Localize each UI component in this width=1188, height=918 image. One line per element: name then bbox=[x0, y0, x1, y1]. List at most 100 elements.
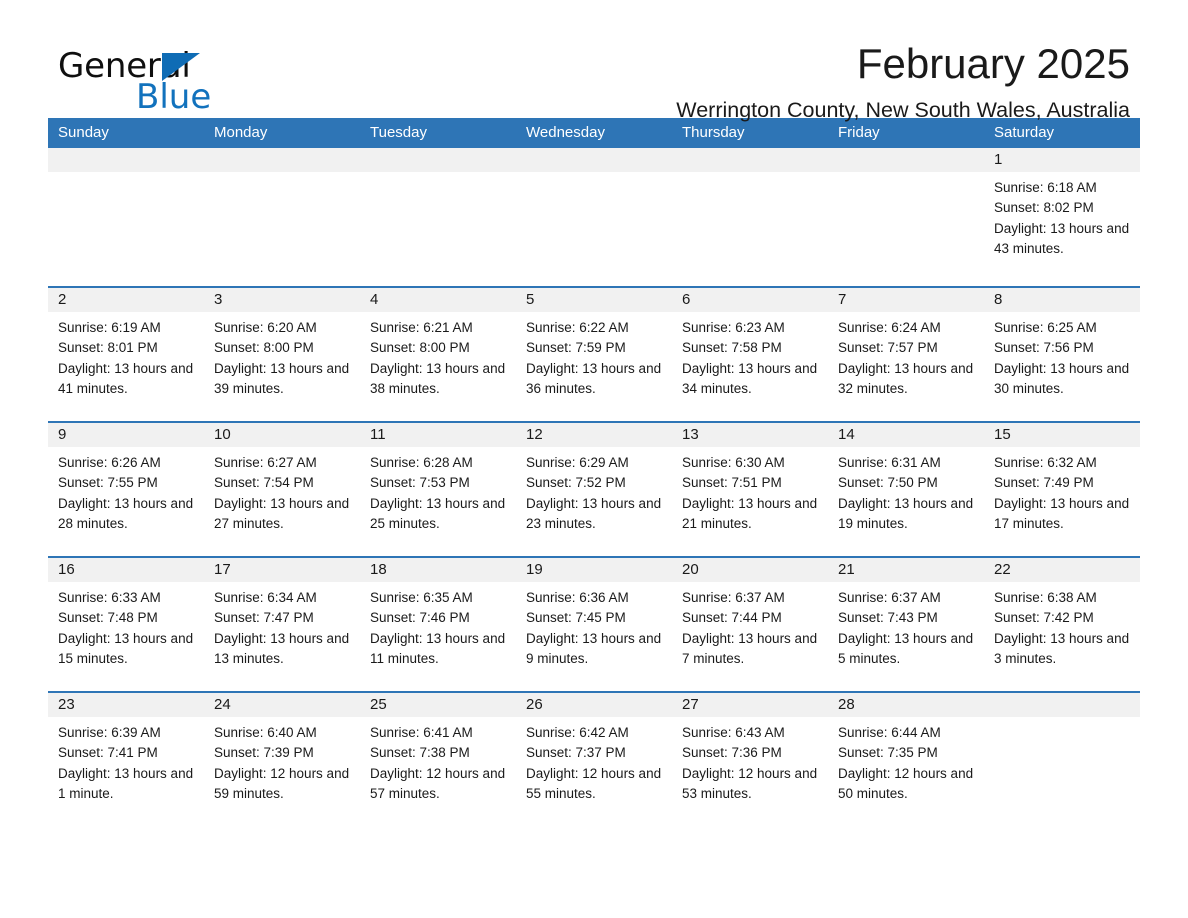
day-details: Sunrise: 6:32 AM Sunset: 7:49 PM Daylight:… bbox=[984, 447, 1140, 534]
daylight-text: Daylight: 13 hours and 7 minutes. bbox=[682, 630, 818, 666]
calendar-day-cell[interactable]: 6 Sunrise: 6:23 AM Sunset: 7:58 PM Daylight… bbox=[672, 288, 828, 421]
sunset-text: Sunset: 7:55 PM bbox=[58, 475, 158, 491]
calendar-day-cell[interactable]: 28 Sunrise: 6:44 AM Sunset: 7:35 PM Dayligh… bbox=[828, 693, 984, 821]
daylight-text: Daylight: 13 hours and 17 minutes. bbox=[994, 495, 1130, 531]
page-header: General Blue February 2025 Werrington Co… bbox=[48, 0, 1140, 122]
sunset-text: Sunset: 8:00 PM bbox=[214, 340, 314, 356]
sunrise-text: Sunrise: 6:29 AM bbox=[526, 455, 629, 470]
calendar-day-cell[interactable]: 26 Sunrise: 6:42 AM Sunset: 7:37 PM Dayligh… bbox=[516, 693, 672, 821]
sunset-text: Sunset: 7:59 PM bbox=[526, 340, 626, 356]
calendar-day-cell[interactable]: 21 Sunrise: 6:37 AM Sunset: 7:43 PM Dayligh… bbox=[828, 558, 984, 691]
sunrise-text: Sunrise: 6:37 AM bbox=[838, 590, 941, 605]
day-details: Sunrise: 6:38 AM Sunset: 7:42 PM Daylight:… bbox=[984, 582, 1140, 669]
day-number: 19 bbox=[516, 558, 672, 582]
calendar-day-cell[interactable]: 16 Sunrise: 6:33 AM Sunset: 7:48 PM Dayligh… bbox=[48, 558, 204, 691]
day-details: Sunrise: 6:40 AM Sunset: 7:39 PM Daylight:… bbox=[204, 717, 360, 804]
daylight-text: Daylight: 13 hours and 38 minutes. bbox=[370, 360, 506, 396]
day-number: 2 bbox=[48, 288, 204, 312]
sunset-text: Sunset: 7:38 PM bbox=[370, 745, 470, 761]
sunrise-text: Sunrise: 6:23 AM bbox=[682, 320, 785, 335]
daylight-text: Daylight: 12 hours and 59 minutes. bbox=[214, 765, 350, 801]
calendar-day-cell[interactable]: 23 Sunrise: 6:39 AM Sunset: 7:41 PM Dayligh… bbox=[48, 693, 204, 821]
calendar-day-cell[interactable]: 5 Sunrise: 6:22 AM Sunset: 7:59 PM Daylight… bbox=[516, 288, 672, 421]
day-number: 26 bbox=[516, 693, 672, 717]
calendar-day-cell[interactable]: 20 Sunrise: 6:37 AM Sunset: 7:44 PM Dayligh… bbox=[672, 558, 828, 691]
weekday-header-sunday: Sunday bbox=[58, 124, 109, 141]
day-details: Sunrise: 6:23 AM Sunset: 7:58 PM Daylight:… bbox=[672, 312, 828, 399]
sunset-text: Sunset: 8:00 PM bbox=[370, 340, 470, 356]
calendar-day-cell[interactable]: 13 Sunrise: 6:30 AM Sunset: 7:51 PM Dayligh… bbox=[672, 423, 828, 556]
day-details: Sunrise: 6:42 AM Sunset: 7:37 PM Daylight:… bbox=[516, 717, 672, 804]
page-title: February 2025 bbox=[856, 40, 1130, 87]
daylight-text: Daylight: 13 hours and 25 minutes. bbox=[370, 495, 506, 531]
daylight-text: Daylight: 13 hours and 32 minutes. bbox=[838, 360, 974, 396]
calendar-day-cell[interactable]: 18 Sunrise: 6:35 AM Sunset: 7:46 PM Dayligh… bbox=[360, 558, 516, 691]
calendar-day-cell[interactable]: 2 Sunrise: 6:19 AM Sunset: 8:01 PM Daylight… bbox=[48, 288, 204, 421]
day-number: 8 bbox=[984, 288, 1140, 312]
calendar-day-cell[interactable]: 24 Sunrise: 6:40 AM Sunset: 7:39 PM Dayligh… bbox=[204, 693, 360, 821]
sunrise-text: Sunrise: 6:20 AM bbox=[214, 320, 317, 335]
day-number bbox=[516, 148, 672, 172]
sunrise-text: Sunrise: 6:21 AM bbox=[370, 320, 473, 335]
day-details: Sunrise: 6:33 AM Sunset: 7:48 PM Daylight:… bbox=[48, 582, 204, 669]
calendar-day-cell[interactable]: 11 Sunrise: 6:28 AM Sunset: 7:53 PM Dayligh… bbox=[360, 423, 516, 556]
sunset-text: Sunset: 7:41 PM bbox=[58, 745, 158, 761]
calendar-day-cell[interactable]: 8 Sunrise: 6:25 AM Sunset: 7:56 PM Daylight… bbox=[984, 288, 1140, 421]
calendar-day-cell[interactable]: 10 Sunrise: 6:27 AM Sunset: 7:54 PM Dayligh… bbox=[204, 423, 360, 556]
day-number bbox=[204, 148, 360, 172]
daylight-text: Daylight: 13 hours and 34 minutes. bbox=[682, 360, 818, 396]
day-number: 12 bbox=[516, 423, 672, 447]
calendar-day-cell[interactable]: 22 Sunrise: 6:38 AM Sunset: 7:42 PM Dayligh… bbox=[984, 558, 1140, 691]
calendar-day-cell[interactable]: 25 Sunrise: 6:41 AM Sunset: 7:38 PM Dayligh… bbox=[360, 693, 516, 821]
day-number: 13 bbox=[672, 423, 828, 447]
sunrise-text: Sunrise: 6:34 AM bbox=[214, 590, 317, 605]
calendar-day-cell[interactable]: 7 Sunrise: 6:24 AM Sunset: 7:57 PM Daylight… bbox=[828, 288, 984, 421]
day-details: Sunrise: 6:37 AM Sunset: 7:43 PM Daylight:… bbox=[828, 582, 984, 669]
calendar-day-cell[interactable]: 27 Sunrise: 6:43 AM Sunset: 7:36 PM Dayligh… bbox=[672, 693, 828, 821]
calendar-day-cell[interactable]: 17 Sunrise: 6:34 AM Sunset: 7:47 PM Dayligh… bbox=[204, 558, 360, 691]
weekday-header-monday: Monday bbox=[214, 124, 268, 141]
calendar-day-cell[interactable]: 4 Sunrise: 6:21 AM Sunset: 8:00 PM Daylight… bbox=[360, 288, 516, 421]
calendar-day-cell-empty bbox=[204, 148, 360, 286]
sunrise-text: Sunrise: 6:43 AM bbox=[682, 725, 785, 740]
daylight-text: Daylight: 13 hours and 11 minutes. bbox=[370, 630, 506, 666]
daylight-text: Daylight: 13 hours and 30 minutes. bbox=[994, 360, 1130, 396]
day-number: 4 bbox=[360, 288, 516, 312]
sunset-text: Sunset: 7:51 PM bbox=[682, 475, 782, 491]
sunset-text: Sunset: 7:46 PM bbox=[370, 610, 470, 626]
sunset-text: Sunset: 7:52 PM bbox=[526, 475, 626, 491]
calendar-day-cell[interactable]: 9 Sunrise: 6:26 AM Sunset: 7:55 PM Daylight… bbox=[48, 423, 204, 556]
daylight-text: Daylight: 13 hours and 27 minutes. bbox=[214, 495, 350, 531]
calendar-day-cell[interactable]: 3 Sunrise: 6:20 AM Sunset: 8:00 PM Daylight… bbox=[204, 288, 360, 421]
day-number: 22 bbox=[984, 558, 1140, 582]
calendar-weeks: 1 Sunrise: 6:18 AM Sunset: 8:02 PM Daylight… bbox=[48, 148, 1140, 821]
calendar-day-cell[interactable]: 15 Sunrise: 6:32 AM Sunset: 7:49 PM Dayligh… bbox=[984, 423, 1140, 556]
sunrise-text: Sunrise: 6:31 AM bbox=[838, 455, 941, 470]
day-number: 28 bbox=[828, 693, 984, 717]
day-details: Sunrise: 6:29 AM Sunset: 7:52 PM Daylight:… bbox=[516, 447, 672, 534]
calendar-week-row: 16 Sunrise: 6:33 AM Sunset: 7:48 PM Dayligh… bbox=[48, 556, 1140, 691]
daylight-text: Daylight: 13 hours and 41 minutes. bbox=[58, 360, 194, 396]
day-number: 21 bbox=[828, 558, 984, 582]
calendar-day-cell[interactable]: 1 Sunrise: 6:18 AM Sunset: 8:02 PM Daylight… bbox=[984, 148, 1140, 286]
sunset-text: Sunset: 7:35 PM bbox=[838, 745, 938, 761]
calendar-day-cell[interactable]: 14 Sunrise: 6:31 AM Sunset: 7:50 PM Dayligh… bbox=[828, 423, 984, 556]
sunset-text: Sunset: 8:01 PM bbox=[58, 340, 158, 356]
day-details: Sunrise: 6:26 AM Sunset: 7:55 PM Daylight:… bbox=[48, 447, 204, 534]
day-details: Sunrise: 6:39 AM Sunset: 7:41 PM Daylight:… bbox=[48, 717, 204, 804]
calendar-day-cell-empty bbox=[360, 148, 516, 286]
title-block: February 2025 Werrington County, New Sou… bbox=[676, 40, 1130, 123]
day-details: Sunrise: 6:43 AM Sunset: 7:36 PM Daylight:… bbox=[672, 717, 828, 804]
sunrise-text: Sunrise: 6:36 AM bbox=[526, 590, 629, 605]
day-number: 16 bbox=[48, 558, 204, 582]
calendar-week-row: 9 Sunrise: 6:26 AM Sunset: 7:55 PM Daylight… bbox=[48, 421, 1140, 556]
calendar-day-cell[interactable]: 19 Sunrise: 6:36 AM Sunset: 7:45 PM Dayligh… bbox=[516, 558, 672, 691]
calendar-day-cell[interactable]: 12 Sunrise: 6:29 AM Sunset: 7:52 PM Dayligh… bbox=[516, 423, 672, 556]
sunrise-text: Sunrise: 6:32 AM bbox=[994, 455, 1097, 470]
sunset-text: Sunset: 7:47 PM bbox=[214, 610, 314, 626]
sunset-text: Sunset: 7:39 PM bbox=[214, 745, 314, 761]
sunset-text: Sunset: 7:53 PM bbox=[370, 475, 470, 491]
day-details: Sunrise: 6:41 AM Sunset: 7:38 PM Daylight:… bbox=[360, 717, 516, 804]
sunset-text: Sunset: 7:42 PM bbox=[994, 610, 1094, 626]
daylight-text: Daylight: 13 hours and 39 minutes. bbox=[214, 360, 350, 396]
